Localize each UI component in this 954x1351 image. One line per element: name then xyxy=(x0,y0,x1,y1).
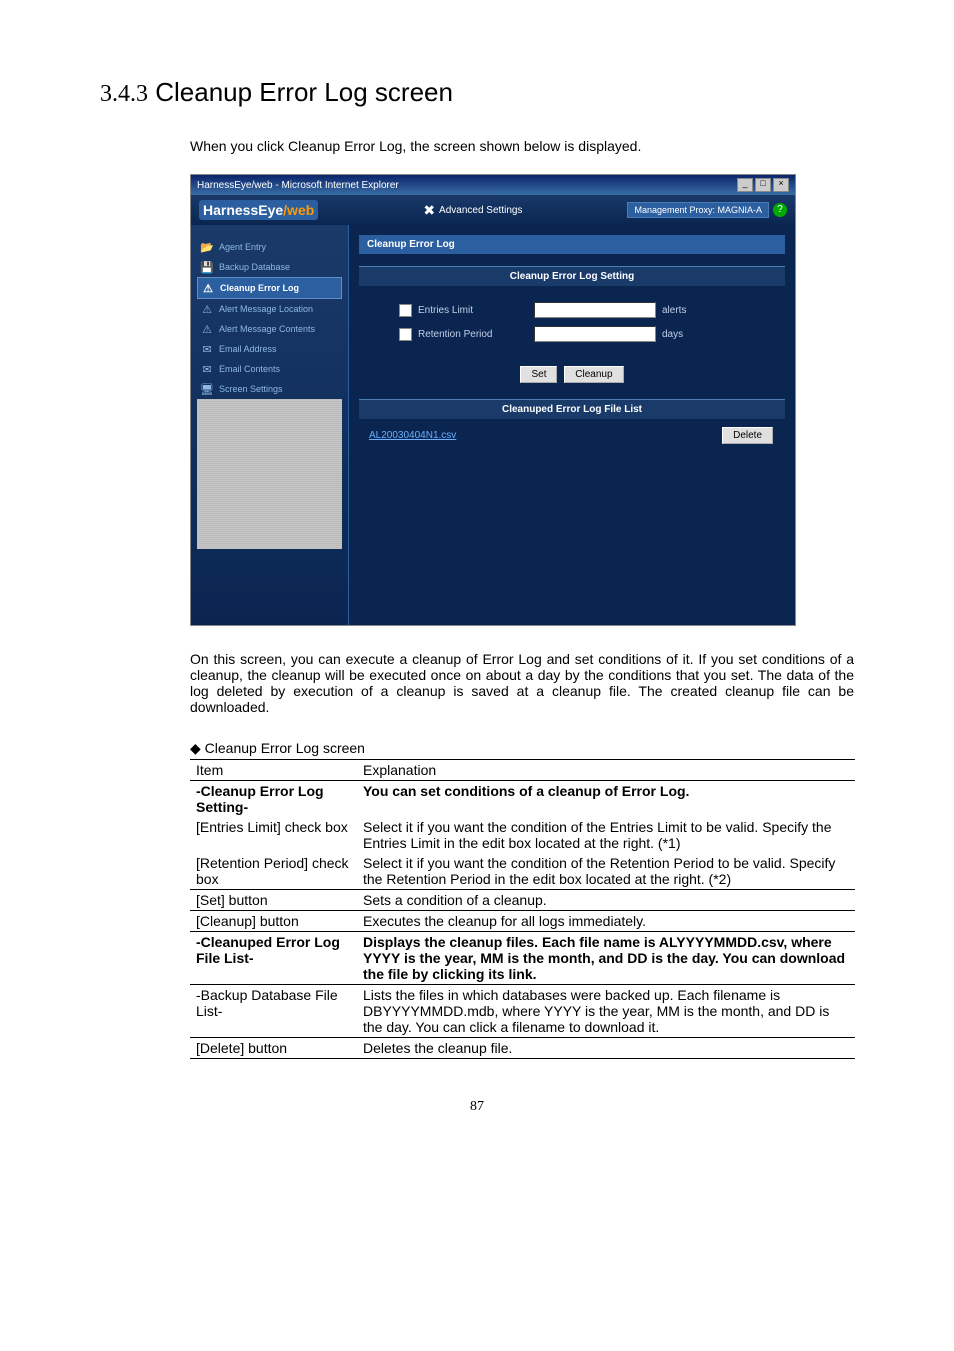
warning-icon: ⚠ xyxy=(199,322,215,336)
browser-title-bar: HarnessEye/web - Microsoft Internet Expl… xyxy=(191,175,795,195)
entries-limit-unit: alerts xyxy=(662,305,686,316)
delete-button[interactable]: Delete xyxy=(722,427,773,444)
sidebar-item-label: Alert Message Location xyxy=(219,304,313,314)
table-cell-explanation: You can set conditions of a cleanup of E… xyxy=(357,781,855,818)
mail-icon: ✉ xyxy=(199,342,215,356)
section-number: 3.4.3 xyxy=(100,81,148,107)
sidebar-item-label: Screen Settings xyxy=(219,384,283,394)
table-row: -Cleanuped Error Log File List-Displays … xyxy=(190,932,855,985)
browser-title-text: HarnessEye/web - Microsoft Internet Expl… xyxy=(197,180,399,191)
sidebar-item-label: Alert Message Contents xyxy=(219,324,315,334)
explanation-table: Item Explanation -Cleanup Error Log Sett… xyxy=(190,759,855,1059)
entries-limit-checkbox[interactable] xyxy=(399,304,412,317)
table-cell-explanation: Executes the cleanup for all logs immedi… xyxy=(357,911,855,932)
brand: HarnessEye/web xyxy=(199,200,318,220)
button-row: Set Cleanup xyxy=(359,358,785,399)
intro-text: When you click Cleanup Error Log, the sc… xyxy=(190,138,854,154)
table-row: -Cleanup Error Log Setting-You can set c… xyxy=(190,781,855,818)
table-row: -Backup Database File List-Lists the fil… xyxy=(190,985,855,1038)
page-number: 87 xyxy=(100,1099,854,1115)
retention-period-row: Retention Period days xyxy=(399,322,745,346)
content-title: Cleanup Error Log xyxy=(359,235,785,254)
description-text: On this screen, you can execute a cleanu… xyxy=(190,651,854,715)
table-cell-explanation: Select it if you want the condition of t… xyxy=(357,853,855,890)
entries-limit-label: Entries Limit xyxy=(418,305,528,316)
retention-period-unit: days xyxy=(662,329,683,340)
setting-section-header: Cleanup Error Log Setting xyxy=(359,266,785,286)
advanced-settings-label: Advanced Settings xyxy=(439,205,522,216)
table-header-explanation: Explanation xyxy=(357,760,855,781)
table-cell-item: -Cleanuped Error Log File List- xyxy=(190,932,357,985)
sidebar-item-label: Email Address xyxy=(219,344,277,354)
maximize-icon[interactable]: □ xyxy=(755,178,771,192)
entries-limit-input[interactable] xyxy=(534,302,656,318)
table-cell-item: [Entries Limit] check box xyxy=(190,817,357,853)
page-heading: 3.4.3 Cleanup Error Log screen xyxy=(100,77,854,108)
brand-logo: HarnessEye/web xyxy=(199,200,318,220)
section-title: Cleanup Error Log screen xyxy=(155,77,453,107)
sidebar-item-label: Cleanup Error Log xyxy=(220,283,299,293)
retention-period-input[interactable] xyxy=(534,326,656,342)
sidebar-item-screen-settings[interactable]: 🖥 Screen Settings xyxy=(197,379,342,399)
set-button[interactable]: Set xyxy=(520,366,557,383)
close-icon[interactable]: × xyxy=(773,178,789,192)
table-title: ◆ Cleanup Error Log screen xyxy=(190,740,854,757)
proxy-label: Management Proxy: MAGNIA-A xyxy=(627,202,769,218)
browser-window: HarnessEye/web - Microsoft Internet Expl… xyxy=(190,174,796,626)
file-list-area: AL20030404N1.csv Delete xyxy=(359,419,785,452)
table-cell-item: [Set] button xyxy=(190,890,357,911)
table-row: [Entries Limit] check boxSelect it if yo… xyxy=(190,817,855,853)
table-cell-explanation: Deletes the cleanup file. xyxy=(357,1038,855,1059)
table-cell-explanation: Select it if you want the condition of t… xyxy=(357,817,855,853)
tool-icon: ✖ xyxy=(423,202,435,219)
sidebar-item-cleanup-error-log[interactable]: ⚠ Cleanup Error Log xyxy=(197,277,342,299)
table-cell-item: [Delete] button xyxy=(190,1038,357,1059)
proxy-info: Management Proxy: MAGNIA-A ? xyxy=(627,202,787,218)
retention-period-checkbox[interactable] xyxy=(399,328,412,341)
sidebar-filler xyxy=(197,399,342,549)
app-body: 📂 Agent Entry 💾 Backup Database ⚠ Cleanu… xyxy=(191,225,795,625)
cleanup-button[interactable]: Cleanup xyxy=(564,366,623,383)
table-row: [Cleanup] buttonExecutes the cleanup for… xyxy=(190,911,855,932)
table-header-item: Item xyxy=(190,760,357,781)
table-cell-item: [Cleanup] button xyxy=(190,911,357,932)
warning-icon: ⚠ xyxy=(200,281,216,295)
settings-area: Entries Limit alerts Retention Period da… xyxy=(359,286,785,358)
entries-limit-row: Entries Limit alerts xyxy=(399,298,745,322)
table-header-row: Item Explanation xyxy=(190,760,855,781)
app-header: HarnessEye/web ✖ Advanced Settings Manag… xyxy=(191,195,795,225)
table-cell-item: -Backup Database File List- xyxy=(190,985,357,1038)
sidebar-item-label: Backup Database xyxy=(219,262,290,272)
table-row: [Delete] buttonDeletes the cleanup file. xyxy=(190,1038,855,1059)
filelist-section-header: Cleanuped Error Log File List xyxy=(359,399,785,419)
minimize-icon[interactable]: _ xyxy=(737,178,753,192)
table-row: [Set] buttonSets a condition of a cleanu… xyxy=(190,890,855,911)
warning-icon: ⚠ xyxy=(199,302,215,316)
sidebar-item-email-address[interactable]: ✉ Email Address xyxy=(197,339,342,359)
sidebar-item-agent-entry[interactable]: 📂 Agent Entry xyxy=(197,237,342,257)
content-pane: Cleanup Error Log Cleanup Error Log Sett… xyxy=(349,225,795,625)
table-cell-explanation: Sets a condition of a cleanup. xyxy=(357,890,855,911)
window-controls: _ □ × xyxy=(737,178,789,192)
sidebar: 📂 Agent Entry 💾 Backup Database ⚠ Cleanu… xyxy=(191,225,349,625)
sidebar-item-alert-location[interactable]: ⚠ Alert Message Location xyxy=(197,299,342,319)
retention-period-label: Retention Period xyxy=(418,329,528,340)
table-cell-item: -Cleanup Error Log Setting- xyxy=(190,781,357,818)
table-row: [Retention Period] check boxSelect it if… xyxy=(190,853,855,890)
table-cell-explanation: Lists the files in which databases were … xyxy=(357,985,855,1038)
advanced-settings[interactable]: ✖ Advanced Settings xyxy=(423,202,522,219)
sidebar-item-email-contents[interactable]: ✉ Email Contents xyxy=(197,359,342,379)
sidebar-item-label: Email Contents xyxy=(219,364,280,374)
table-cell-explanation: Displays the cleanup files. Each file na… xyxy=(357,932,855,985)
mail-icon: ✉ xyxy=(199,362,215,376)
sidebar-item-label: Agent Entry xyxy=(219,242,266,252)
sidebar-item-backup-database[interactable]: 💾 Backup Database xyxy=(197,257,342,277)
file-link[interactable]: AL20030404N1.csv xyxy=(369,430,456,441)
help-icon[interactable]: ? xyxy=(773,203,787,217)
folder-icon: 📂 xyxy=(199,240,215,254)
sidebar-item-alert-contents[interactable]: ⚠ Alert Message Contents xyxy=(197,319,342,339)
disk-icon: 💾 xyxy=(199,260,215,274)
monitor-icon: 🖥 xyxy=(199,382,215,396)
table-cell-item: [Retention Period] check box xyxy=(190,853,357,890)
